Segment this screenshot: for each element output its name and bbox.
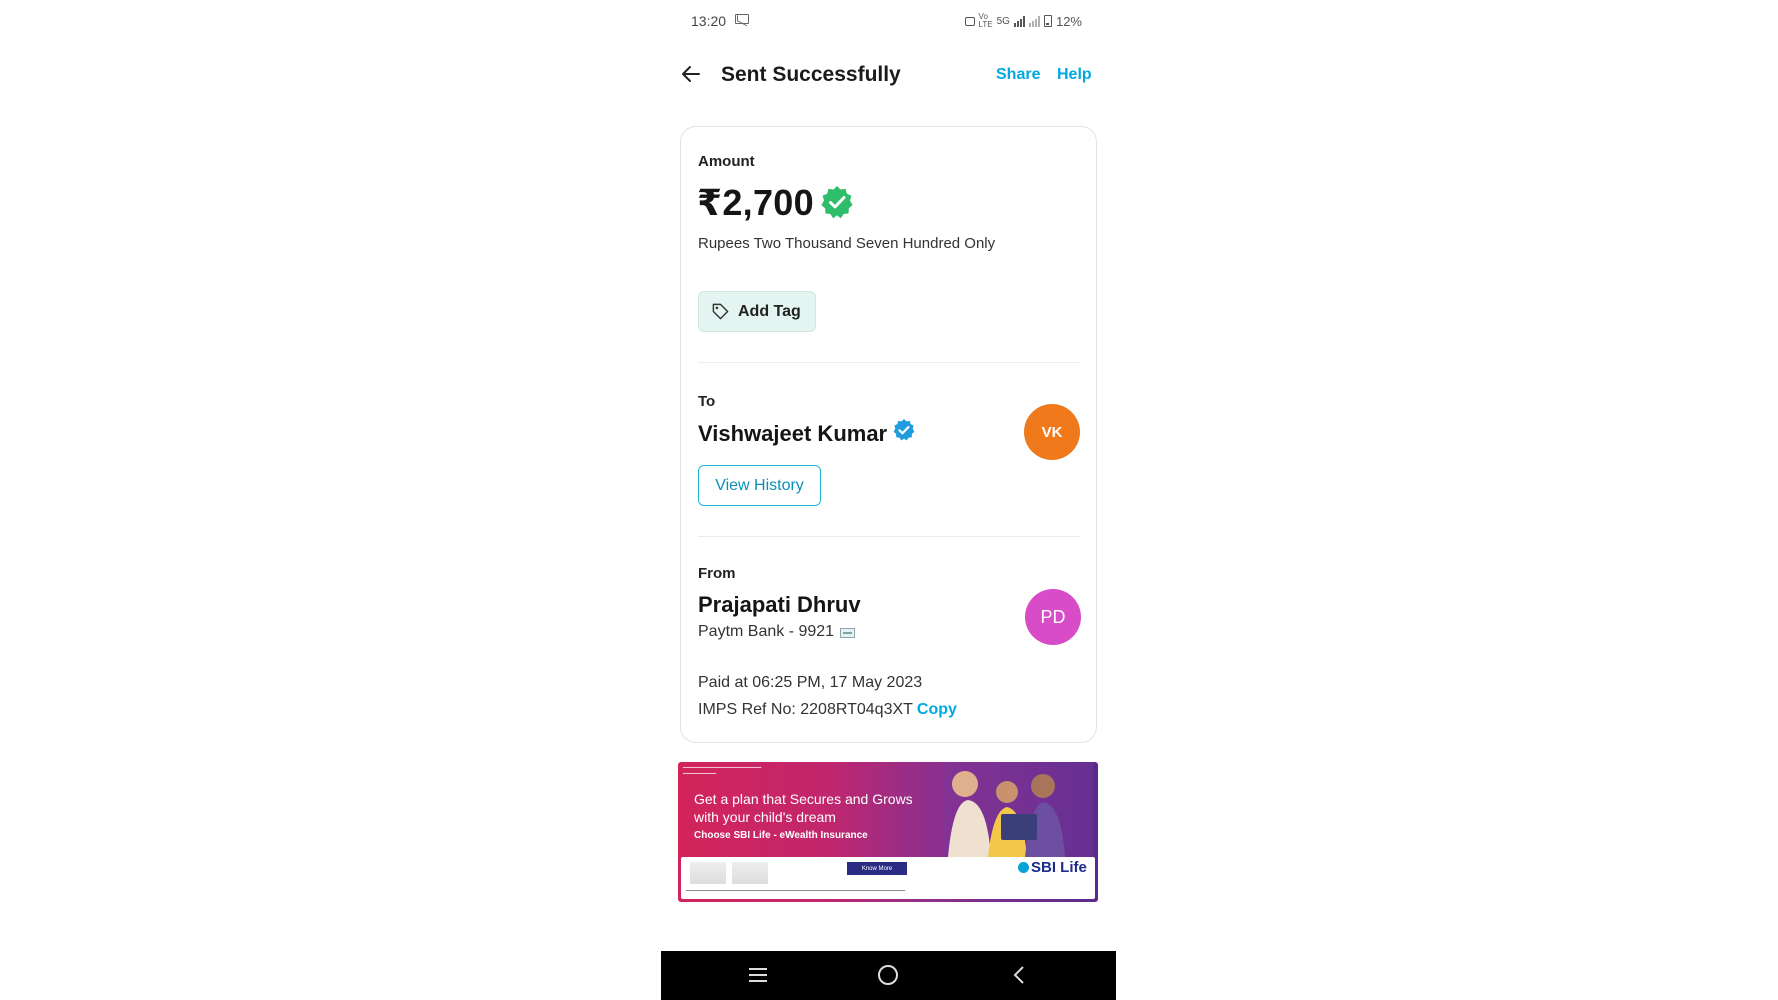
sender-bank: Paytm Bank - 9921	[698, 623, 856, 641]
ad-family-image	[943, 762, 1093, 857]
tag-icon	[712, 303, 729, 320]
bank-account-label: Paytm Bank - 9921	[698, 623, 835, 640]
battery-level: 12%	[1055, 13, 1082, 29]
page-title: Sent Successfully	[721, 63, 901, 86]
ad-banner[interactable]: ━━━━━━━━━━━━━━━━━━━━━━━━━━ ━━━━━━━━━━━ Ge…	[678, 762, 1098, 902]
gmail-icon	[735, 14, 749, 24]
sender-avatar: PD	[1025, 589, 1081, 645]
ad-disclaimer: ━━━━━━━━━━━━━━━━━━━━━━━━━━ ━━━━━━━━━━━	[683, 765, 762, 777]
ad-subline: Choose SBI Life - eWealth Insurance	[694, 830, 868, 841]
ad-headline: Get a plan that Secures and Grows with y…	[694, 791, 913, 825]
imps-ref-text: IMPS Ref No: 2208RT04q3XT	[698, 701, 913, 718]
recent-apps-icon[interactable]	[748, 967, 768, 983]
vibrate-icon	[964, 16, 975, 26]
network-type: 5G	[996, 15, 1010, 27]
sbi-life-logo: SBI Life	[1018, 859, 1087, 876]
home-icon[interactable]	[878, 965, 898, 985]
recipient-avatar: VK	[1024, 404, 1080, 460]
status-bar: 13:20 Vo LTE 5G 12%	[661, 0, 1116, 42]
amount-value: ₹2,700	[697, 182, 814, 223]
nav-back-icon[interactable]	[1009, 965, 1029, 985]
phone-screen: 13:20 Vo LTE 5G 12% Sent Successfully Sha…	[661, 0, 1116, 1000]
divider	[698, 362, 1080, 363]
divider	[698, 536, 1080, 537]
paid-at-timestamp: Paid at 06:25 PM, 17 May 2023	[698, 674, 923, 691]
imps-reference: IMPS Ref No: 2208RT04q3XT Copy	[698, 701, 957, 719]
amount-in-words: Rupees Two Thousand Seven Hundred Only	[698, 235, 996, 252]
recipient-name: Vishwajeet Kumar	[698, 421, 888, 446]
ad-brand-name: SBI Life	[1031, 859, 1087, 876]
view-history-button[interactable]: View History	[698, 465, 821, 506]
help-button[interactable]: Help	[1057, 66, 1092, 84]
system-nav-bar	[661, 951, 1116, 1000]
volte-icon: Vo LTE	[978, 12, 993, 29]
from-label: From	[698, 565, 736, 582]
ad-fine-print: ━━━━━━━━━━━━━━━━━━━━━━━━━━━━━━━━━━━━━━━━…	[686, 888, 906, 893]
verified-badge-icon	[893, 419, 915, 441]
amount-label: Amount	[698, 153, 755, 170]
ad-partner-logos	[690, 862, 770, 884]
sender-name: Prajapati Dhruv	[698, 592, 861, 617]
to-label: To	[698, 393, 716, 410]
add-tag-button[interactable]: Add Tag	[698, 291, 816, 332]
status-time: 13:20	[691, 13, 727, 29]
ad-know-more-button[interactable]: Know More	[847, 862, 907, 875]
share-button[interactable]: Share	[996, 66, 1040, 84]
add-tag-label: Add Tag	[738, 302, 801, 320]
signal-2-icon	[1028, 15, 1040, 27]
arrow-left-icon[interactable]	[679, 62, 703, 86]
signal-icon	[1013, 15, 1025, 27]
transaction-card: Amount ₹2,700 Rupees Two Thousand Seven …	[680, 126, 1097, 743]
copy-button[interactable]: Copy	[917, 701, 957, 718]
verified-badge-icon	[821, 186, 853, 219]
battery-icon	[1043, 15, 1052, 27]
app-header: Sent Successfully Share Help	[661, 50, 1116, 98]
bank-card-icon	[840, 628, 856, 638]
status-icons: Vo LTE 5G 12%	[964, 12, 1082, 29]
